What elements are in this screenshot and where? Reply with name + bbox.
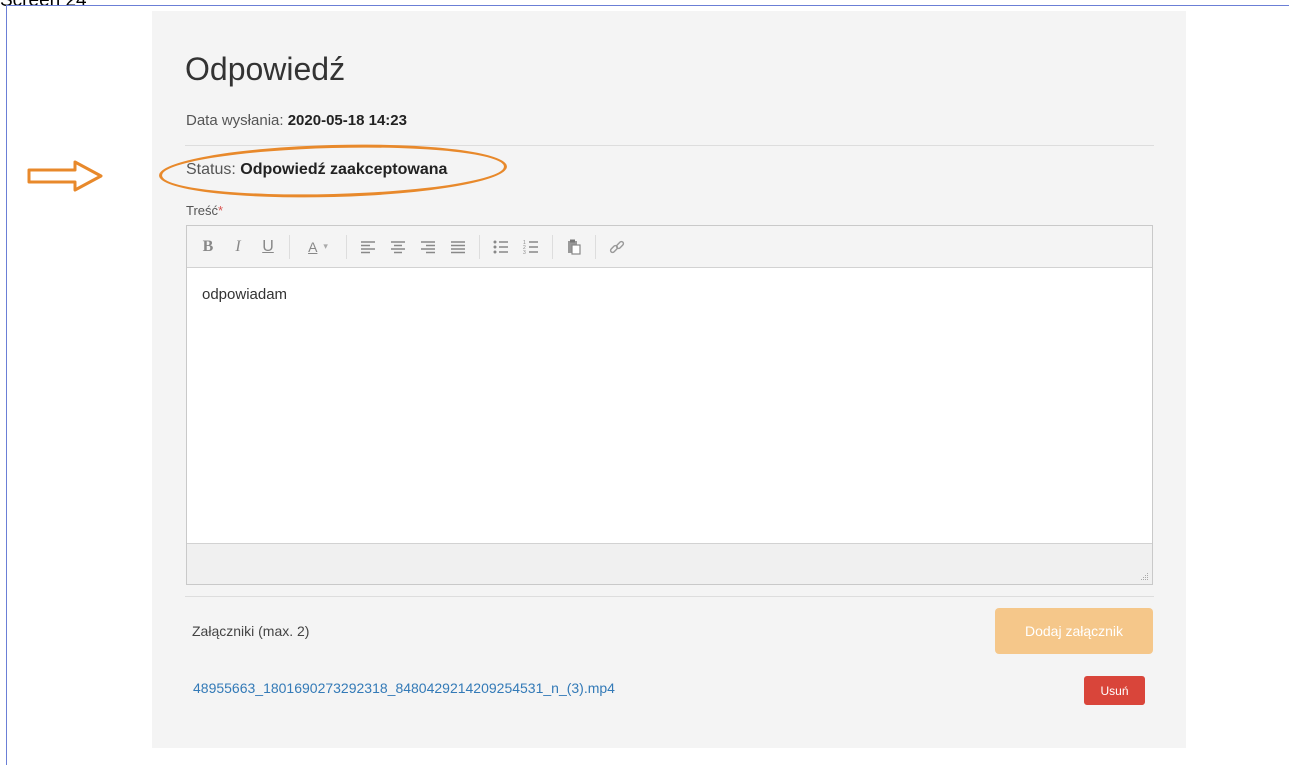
pointer-arrow-icon bbox=[27, 160, 103, 192]
attachments-label: Załączniki (max. 2) bbox=[192, 623, 310, 639]
bullet-list-icon[interactable] bbox=[486, 232, 516, 262]
toolbar-separator bbox=[479, 234, 480, 259]
align-right-icon[interactable] bbox=[413, 232, 443, 262]
page-title: Odpowiedź bbox=[185, 51, 346, 87]
sent-date-row: Data wysłania: 2020-05-18 14:23 bbox=[186, 112, 407, 129]
italic-icon[interactable]: I bbox=[223, 232, 253, 262]
answer-panel: Odpowiedź Data wysłania: 2020-05-18 14:2… bbox=[152, 11, 1186, 748]
sent-date-label: Data wysłania: bbox=[186, 112, 284, 129]
svg-text:3: 3 bbox=[523, 250, 526, 254]
divider bbox=[185, 596, 1154, 597]
toolbar-separator bbox=[552, 234, 553, 259]
status-value: Odpowiedź zaakceptowana bbox=[240, 161, 448, 178]
delete-attachment-button[interactable]: Usuń bbox=[1084, 676, 1145, 705]
underline-icon[interactable]: U bbox=[253, 232, 283, 262]
paste-icon[interactable] bbox=[559, 232, 589, 262]
align-justify-icon[interactable] bbox=[443, 232, 473, 262]
content-label-text: Treść bbox=[186, 203, 219, 218]
font-color-icon[interactable]: A ▾ bbox=[296, 232, 340, 262]
bold-icon[interactable]: B bbox=[193, 232, 223, 262]
add-attachment-button[interactable]: Dodaj załącznik bbox=[995, 608, 1153, 654]
status-label: Status: bbox=[186, 161, 236, 178]
toolbar-separator bbox=[289, 234, 290, 259]
required-marker: * bbox=[218, 203, 224, 218]
sent-date-value: 2020-05-18 14:23 bbox=[287, 112, 407, 129]
align-left-icon[interactable] bbox=[353, 232, 383, 262]
editor-content-area[interactable]: odpowiadam bbox=[187, 268, 1152, 544]
toolbar-separator bbox=[346, 234, 347, 259]
editor-text: odpowiadam bbox=[202, 286, 288, 303]
align-center-icon[interactable] bbox=[383, 232, 413, 262]
editor-status-bar bbox=[187, 543, 1152, 584]
status-row: Status: Odpowiedź zaakceptowana bbox=[186, 161, 447, 179]
toolbar-separator bbox=[595, 234, 596, 259]
rich-text-editor: B I U A ▾ 123 odpowiadam bbox=[186, 225, 1153, 585]
content-label: Treść* bbox=[186, 203, 223, 218]
resize-grip-icon[interactable] bbox=[1139, 571, 1149, 581]
editor-toolbar: B I U A ▾ 123 bbox=[187, 226, 1152, 268]
link-icon[interactable] bbox=[602, 232, 632, 262]
numbered-list-icon[interactable]: 123 bbox=[516, 232, 546, 262]
attachment-file-link[interactable]: 48955663_1801690273292318_84804292142092… bbox=[193, 680, 615, 696]
